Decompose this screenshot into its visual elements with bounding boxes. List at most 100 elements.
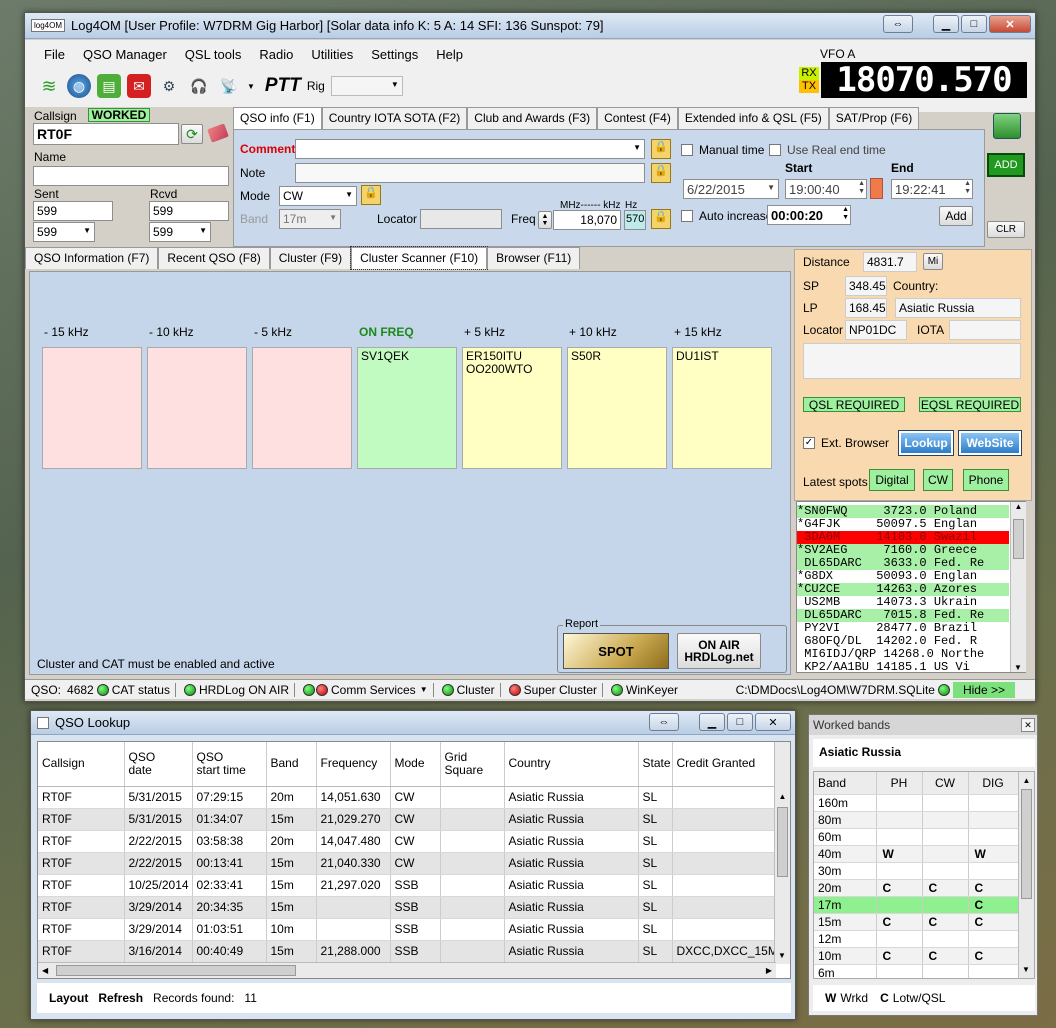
- satellite-dish-icon[interactable]: 📡: [217, 74, 241, 98]
- column-header[interactable]: Band: [266, 742, 317, 787]
- auto-increase-checkbox[interactable]: [681, 210, 693, 222]
- scanner-column-box[interactable]: [42, 347, 142, 469]
- tools-icon[interactable]: ⚙: [157, 74, 181, 98]
- spot-row[interactable]: *SV2AEG 7160.0 Greece: [797, 544, 1009, 557]
- lock-icon[interactable]: 🔒: [651, 209, 671, 229]
- winkeyer-status[interactable]: WinKeyer: [626, 683, 678, 697]
- tab-qso-0[interactable]: QSO info (F1): [233, 107, 322, 129]
- menu-item-qso-manager[interactable]: QSO Manager: [74, 47, 176, 62]
- tab-lower-2[interactable]: Cluster (F9): [269, 247, 352, 269]
- scroll-right-icon[interactable]: ▶: [766, 966, 772, 975]
- hide-button[interactable]: Hide >>: [952, 681, 1015, 698]
- ext-browser-checkbox[interactable]: ✓: [803, 437, 815, 449]
- table-row[interactable]: RT0F 5/31/2015 07:29:15 20m 14,051.630 CW Asia…: [38, 786, 777, 809]
- scanner-column-box[interactable]: S50R: [567, 347, 667, 469]
- time-sync-button[interactable]: [870, 178, 883, 199]
- spot-row[interactable]: *CU2CE 14263.0 Azores: [797, 583, 1009, 596]
- band-row[interactable]: 160m: [814, 794, 1019, 812]
- duration-input[interactable]: 00:00:20 ▲ ▼: [767, 205, 851, 225]
- spot-row[interactable]: G8OFQ/DL 14202.0 Fed. R: [797, 635, 1009, 648]
- maximize-button[interactable]: □: [961, 15, 987, 33]
- scanner-column-box[interactable]: [252, 347, 352, 469]
- sent-input[interactable]: 599: [33, 201, 113, 221]
- wifi-icon[interactable]: ≋: [37, 74, 61, 98]
- band-row[interactable]: 80m: [814, 811, 1019, 829]
- freq-spinner[interactable]: ▲ ▼: [538, 211, 552, 229]
- spot-row[interactable]: DL65DARC 7015.8 Fed. Re: [797, 609, 1009, 622]
- scanner-column-box[interactable]: ER150ITU OO200WTO: [462, 347, 562, 469]
- rcvd-select[interactable]: 599 ▼: [149, 222, 211, 242]
- bands-titlebar[interactable]: Worked bands: [809, 715, 1037, 735]
- locator-input[interactable]: [420, 209, 502, 229]
- cw-filter-button[interactable]: CW: [923, 469, 953, 491]
- spot-row[interactable]: PY2VI 28477.0 Brazil: [797, 622, 1009, 635]
- tab-lower-1[interactable]: Recent QSO (F8): [158, 247, 270, 269]
- spot-row[interactable]: DL65DARC 3633.0 Fed. Re: [797, 557, 1009, 570]
- table-row[interactable]: RT0F 10/25/2014 02:33:41 15m 21,297.020 SSB As…: [38, 874, 777, 897]
- tab-qso-2[interactable]: Club and Awards (F3): [467, 107, 598, 129]
- table-row[interactable]: RT0F 3/29/2014 20:34:35 15m SSB Asiatic Russi…: [38, 896, 777, 919]
- end-time-input[interactable]: 19:22:41 ▲ ▼: [891, 179, 973, 199]
- table-row[interactable]: RT0F 3/16/2014 00:40:49 15m 21,288.000 SSB Asi…: [38, 940, 777, 963]
- spot-row[interactable]: *G8DX 50093.0 Englan: [797, 570, 1009, 583]
- table-row[interactable]: RT0F 5/31/2015 01:34:07 15m 21,029.270 CW Asia…: [38, 808, 777, 831]
- tab-lower-3[interactable]: Cluster Scanner (F10): [350, 246, 489, 270]
- spots-scrollbar[interactable]: ▲ ▼: [1010, 502, 1026, 672]
- scroll-down-icon[interactable]: ▼: [1019, 965, 1033, 974]
- restore-swap-icon[interactable]: ⇔: [649, 713, 679, 731]
- table-row[interactable]: RT0F 2/22/2015 00:13:41 15m 21,040.330 CW Asia…: [38, 852, 777, 875]
- scroll-up-icon[interactable]: ▲: [1019, 776, 1034, 785]
- menu-item-qsl-tools[interactable]: QSL tools: [176, 47, 251, 62]
- name-input[interactable]: [33, 166, 229, 186]
- mode-select[interactable]: CW ▼: [279, 186, 357, 206]
- spinner-icon[interactable]: ▲ ▼: [964, 180, 971, 196]
- band-row[interactable]: 6m: [814, 964, 1019, 978]
- lock-icon[interactable]: 🔒: [651, 163, 671, 183]
- ptt-label[interactable]: PTT: [265, 75, 301, 97]
- tab-qso-1[interactable]: Country IOTA SOTA (F2): [321, 107, 468, 129]
- close-icon[interactable]: ✕: [1021, 718, 1035, 732]
- phone-filter-button[interactable]: Phone: [963, 469, 1009, 491]
- minimize-button[interactable]: ▁: [933, 15, 959, 33]
- spot-row[interactable]: *G4FJK 50097.5 Englan: [797, 518, 1009, 531]
- unit-button[interactable]: Mi: [923, 253, 943, 270]
- rig-select[interactable]: ▼: [330, 76, 403, 96]
- chevron-down-icon[interactable]: ▼: [420, 685, 428, 694]
- cat-status[interactable]: CAT status: [112, 683, 170, 697]
- close-button[interactable]: ✕: [989, 15, 1031, 33]
- logbook-icon[interactable]: [993, 113, 1021, 139]
- menu-item-file[interactable]: File: [35, 47, 74, 62]
- band-select[interactable]: 17m ▼: [279, 209, 341, 229]
- column-header[interactable]: QSO start time: [192, 742, 267, 787]
- super-cluster-status[interactable]: Super Cluster: [524, 683, 597, 697]
- lookup-hscrollbar[interactable]: ◀ ▶: [38, 962, 776, 978]
- menu-item-radio[interactable]: Radio: [250, 47, 302, 62]
- lock-icon[interactable]: 🔒: [651, 139, 671, 159]
- comment-input[interactable]: ▼: [295, 139, 645, 159]
- bands-scrollbar[interactable]: ▲ ▼: [1018, 772, 1034, 978]
- column-header[interactable]: Callsign: [38, 742, 125, 787]
- hrdlog-status[interactable]: HRDLog ON AIR: [199, 683, 289, 697]
- menu-item-utilities[interactable]: Utilities: [302, 47, 362, 62]
- note-input[interactable]: [295, 163, 645, 183]
- add-small-button[interactable]: Add: [939, 206, 973, 226]
- scroll-left-icon[interactable]: ◀: [42, 966, 48, 975]
- mailbox-icon[interactable]: ✉: [127, 74, 151, 98]
- spots-list[interactable]: *SN0FWQ 3723.0 Poland *G4FJK 50097.5 Engl…: [796, 501, 1026, 673]
- comm-services[interactable]: Comm Services: [331, 683, 416, 697]
- layout-button[interactable]: Layout: [49, 991, 88, 1005]
- lookup-button[interactable]: Lookup: [898, 430, 954, 456]
- lock-icon[interactable]: 🔒: [361, 185, 381, 205]
- scroll-up-icon[interactable]: ▲: [775, 792, 790, 801]
- lookup-vscrollbar[interactable]: ▲ ▼: [774, 742, 790, 964]
- spot-row[interactable]: MI6IDJ/QRP 14268.0 Northe: [797, 648, 1009, 661]
- band-row[interactable]: 17m C: [814, 896, 1019, 914]
- tab-qso-5[interactable]: SAT/Prop (F6): [828, 107, 920, 129]
- manual-time-checkbox[interactable]: [681, 144, 693, 156]
- hz-input[interactable]: 570: [624, 210, 646, 230]
- website-button[interactable]: WebSite: [958, 430, 1022, 456]
- callsign-input[interactable]: RT0F: [33, 123, 179, 145]
- refresh-button[interactable]: Refresh: [98, 991, 143, 1005]
- start-time-input[interactable]: 19:00:40 ▲ ▼: [785, 179, 867, 199]
- band-row[interactable]: 20m C C C: [814, 879, 1019, 897]
